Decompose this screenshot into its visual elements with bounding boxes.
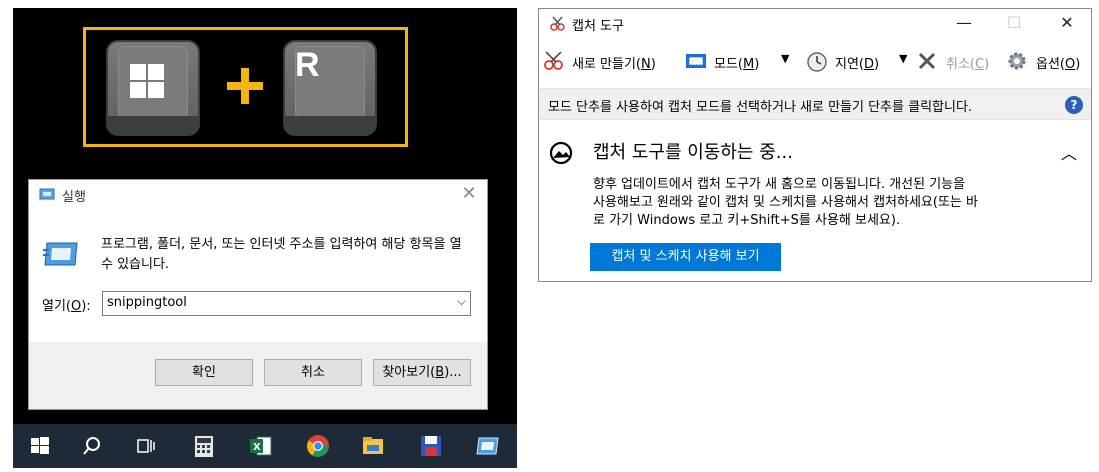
scissors-icon [544, 51, 563, 70]
run-dialog: 실행 ✕ 프로그램, 폴더, 문서, 또는 인터넷 주소를 입력하여 해당 항목… [28, 179, 488, 410]
run-title: 실행 [62, 190, 86, 205]
chrome-icon[interactable] [305, 433, 331, 459]
windows-logo-icon [130, 64, 166, 100]
run-app-icon[interactable] [474, 433, 500, 459]
save-disk-icon[interactable] [418, 433, 444, 459]
r-key: R [283, 40, 377, 136]
scissors-icon [550, 16, 565, 31]
r-key-letter: R [295, 46, 320, 84]
gear-icon [1008, 52, 1026, 70]
keyboard-shortcut-hint: R [83, 27, 408, 147]
snip-title: 캡처 도구 [572, 19, 624, 34]
minimize-icon[interactable]: — [953, 12, 975, 34]
calculator-icon[interactable] [191, 433, 217, 459]
delay-button[interactable]: 지연(D) ▼ [806, 47, 914, 75]
run-description: 프로그램, 폴더, 문서, 또는 인터넷 주소를 입력하여 해당 항목을 열 수… [101, 237, 462, 272]
run-large-icon [43, 242, 78, 266]
mode-button[interactable]: 모드(M) ▼ [685, 47, 798, 75]
caret-down-icon[interactable]: ▼ [899, 52, 907, 65]
chevron-up-icon[interactable]: ︿ [1061, 140, 1077, 164]
options-button[interactable]: 옵션(O) [1006, 47, 1090, 75]
moving-heading: 캡처 도구를 이동하는 중... [593, 142, 793, 163]
info-bar: 모드 단추를 사용하여 캡처 모드를 선택하거나 새로 만들기 단추를 클릭합니… [539, 88, 1091, 120]
rectangle-mode-icon [686, 54, 706, 68]
snip-titlebar: 캡처 도구 — ☐ ✕ [539, 9, 1091, 39]
snip-sketch-icon [549, 141, 573, 165]
svg-text:X: X [253, 442, 261, 453]
cancel-snip-button[interactable]: 취소(C) [916, 47, 1000, 75]
windows-key [106, 40, 200, 136]
snipping-tool-window: 캡처 도구 — ☐ ✕ 새로 만들기(N) 모드(M) ▼ 지연(D) ▼ 취소… [538, 8, 1092, 282]
windows-start-icon[interactable] [27, 433, 53, 459]
run-button-bar: 확인 취소 찾아보기(B)... [29, 342, 487, 409]
task-view-icon[interactable] [133, 433, 159, 459]
run-app-icon [39, 188, 55, 200]
file-explorer-icon[interactable] [360, 433, 386, 459]
browse-button[interactable]: 찾아보기(B)... [373, 359, 471, 386]
plus-sign [227, 68, 263, 104]
taskbar: X [13, 424, 517, 468]
close-icon[interactable]: ✕ [459, 184, 479, 204]
caret-down-icon[interactable]: ▼ [781, 52, 789, 65]
open-input-value[interactable]: snippingtool [107, 295, 187, 310]
moving-body: 향후 업데이트에서 캡처 도구가 새 홈으로 이동됩니다. 개선된 기능을 사용… [593, 177, 978, 228]
open-label: 열기(O): [42, 299, 91, 314]
excel-icon[interactable]: X [248, 433, 274, 459]
maximize-icon[interactable]: ☐ [1003, 12, 1025, 34]
help-icon[interactable]: ? [1065, 96, 1083, 114]
cancel-button[interactable]: 취소 [264, 359, 362, 386]
snip-toolbar: 새로 만들기(N) 모드(M) ▼ 지연(D) ▼ 취소(C) 옵션(O) [539, 47, 1091, 77]
desktop-panel: R 실행 ✕ 프로그램, 폴더, 문서, 또는 인터넷 주소를 입력하여 해당 … [13, 8, 517, 468]
open-combobox[interactable]: snippingtool ⌵ [102, 291, 471, 316]
clock-icon [807, 52, 827, 72]
try-snip-sketch-button[interactable]: 캡처 및 스케치 사용해 보기 [590, 243, 781, 271]
close-icon[interactable]: ✕ [1056, 12, 1078, 34]
ok-button[interactable]: 확인 [155, 359, 253, 386]
chevron-down-icon[interactable]: ⌵ [457, 294, 466, 309]
new-snip-button[interactable]: 새로 만들기(N) [543, 47, 669, 75]
x-cancel-icon [918, 52, 936, 70]
info-text: 모드 단추를 사용하여 캡처 모드를 선택하거나 새로 만들기 단추를 클릭합니… [548, 100, 973, 115]
run-titlebar: 실행 ✕ [29, 180, 487, 210]
search-icon[interactable] [79, 433, 105, 459]
